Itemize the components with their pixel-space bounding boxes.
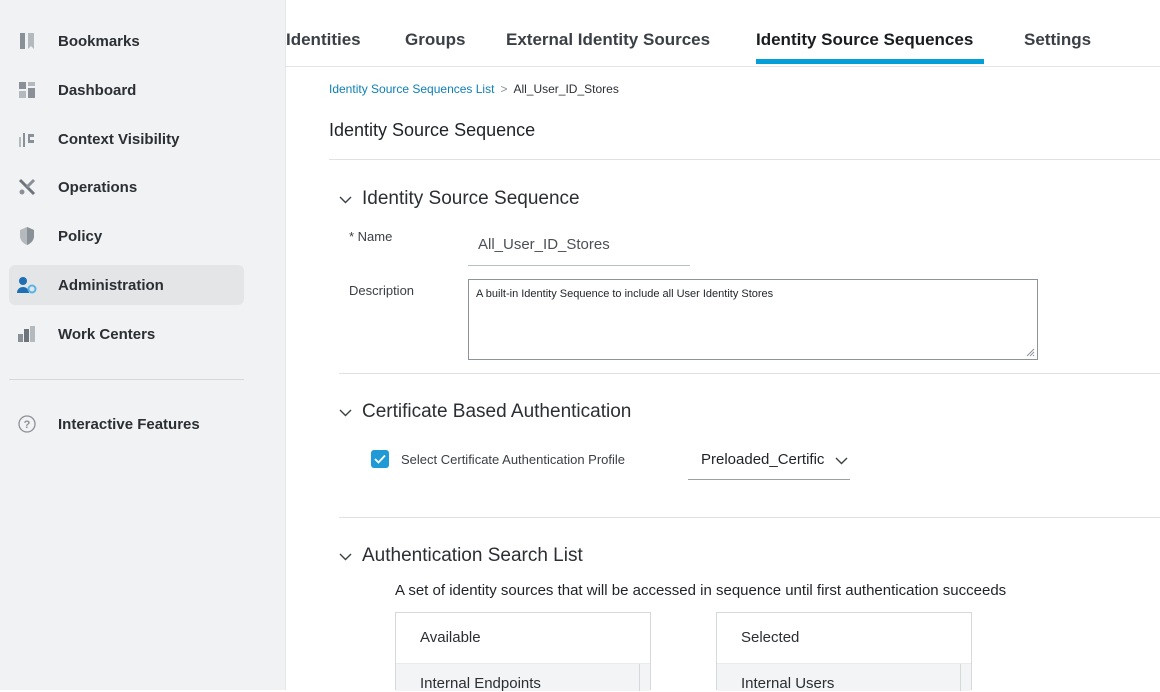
section-title: Authentication Search List — [362, 545, 583, 566]
svg-text:?: ? — [24, 419, 31, 431]
work-centers-icon — [17, 324, 37, 344]
bookmark-icon — [17, 31, 37, 51]
certificate-profile-select[interactable]: Preloaded_Certific — [688, 441, 850, 480]
sidebar-item-dashboard[interactable]: Dashboard — [9, 70, 244, 110]
tab-identities[interactable]: Identities — [286, 30, 361, 50]
title-divider — [329, 159, 1160, 160]
section-divider — [339, 517, 1160, 518]
section-header-certificate-based-authentication[interactable]: Certificate Based Authentication — [339, 401, 631, 423]
sidebar-item-label: Administration — [58, 276, 164, 294]
scrollbar[interactable] — [639, 664, 640, 691]
tools-icon — [17, 177, 37, 197]
sidebar-item-label: Work Centers — [58, 325, 156, 343]
sidebar-item-label: Bookmarks — [58, 32, 140, 50]
tab-external-identity-sources[interactable]: External Identity Sources — [506, 30, 710, 50]
dashboard-icon — [17, 80, 37, 100]
resize-handle-icon[interactable] — [1025, 347, 1035, 357]
name-input[interactable]: All_User_ID_Stores — [478, 236, 610, 253]
section-header-identity-source-sequence[interactable]: Identity Source Sequence — [339, 188, 580, 210]
top-tabs: Identities Groups External Identity Sour… — [285, 0, 1160, 67]
available-list-header: Available — [420, 629, 481, 646]
sidebar-item-interactive-features[interactable]: ? Interactive Features — [9, 404, 244, 444]
sidebar-divider — [9, 379, 244, 380]
sidebar-item-operations[interactable]: Operations — [9, 167, 244, 207]
certificate-profile-value: Preloaded_Certific — [701, 451, 825, 468]
breadcrumb: Identity Source Sequences List > All_User_… — [329, 82, 619, 96]
sidebar-item-work-centers[interactable]: Work Centers — [9, 314, 244, 354]
sidebar-item-label: Context Visibility — [58, 130, 180, 148]
active-tab-indicator — [756, 59, 984, 64]
description-textarea[interactable]: A built-in Identity Sequence to include … — [468, 279, 1038, 360]
chevron-down-icon — [339, 409, 352, 416]
tab-groups[interactable]: Groups — [405, 30, 465, 50]
name-input-underline — [468, 265, 690, 266]
certificate-profile-label: Select Certificate Authentication Profil… — [401, 452, 626, 467]
scrollbar[interactable] — [960, 664, 961, 691]
sidebar-item-bookmarks[interactable]: Bookmarks — [9, 21, 244, 61]
sidebar-item-policy[interactable]: Policy — [9, 216, 244, 256]
list-item-label: Internal Users — [741, 675, 835, 692]
search-list-help-text: A set of identity sources that will be a… — [395, 582, 1007, 599]
section-header-authentication-search-list[interactable]: Authentication Search List — [339, 545, 583, 567]
sidebar-item-label: Interactive Features — [58, 415, 200, 433]
section-divider — [339, 373, 1160, 374]
available-list: Available Internal Endpoints — [395, 612, 651, 692]
context-visibility-icon — [17, 129, 37, 149]
selected-list: Selected Internal Users — [716, 612, 972, 692]
help-circle-icon: ? — [17, 414, 37, 434]
breadcrumb-separator: > — [500, 82, 508, 96]
description-text: A built-in Identity Sequence to include … — [476, 288, 774, 300]
sidebar-item-context-visibility[interactable]: Context Visibility — [9, 119, 244, 159]
page-title: Identity Source Sequence — [329, 120, 536, 140]
name-label: * Name — [349, 229, 393, 244]
sidebar-item-label: Policy — [58, 227, 103, 245]
chevron-down-icon — [339, 553, 352, 560]
breadcrumb-current: All_User_ID_Stores — [513, 82, 619, 96]
shield-icon — [17, 226, 37, 246]
breadcrumb-parent-link[interactable]: Identity Source Sequences List — [329, 82, 494, 96]
selected-list-header: Selected — [741, 629, 800, 646]
certificate-profile-checkbox[interactable] — [371, 450, 389, 468]
admin-user-gear-icon — [17, 275, 37, 295]
checkmark-icon — [374, 454, 386, 464]
sidebar-item-administration[interactable]: Administration — [9, 265, 244, 305]
sidebar: Bookmarks Dashboard Context Visibility O… — [0, 0, 286, 690]
chevron-down-icon — [339, 196, 352, 203]
description-label: Description — [349, 283, 415, 298]
tab-identity-source-sequences[interactable]: Identity Source Sequences — [756, 30, 973, 50]
chevron-down-icon — [835, 457, 848, 465]
sidebar-item-label: Operations — [58, 178, 138, 196]
section-title: Certificate Based Authentication — [362, 401, 632, 422]
section-title: Identity Source Sequence — [362, 188, 580, 209]
sidebar-item-label: Dashboard — [58, 81, 137, 99]
tab-settings[interactable]: Settings — [1024, 30, 1091, 50]
list-item-label: Internal Endpoints — [420, 675, 541, 692]
